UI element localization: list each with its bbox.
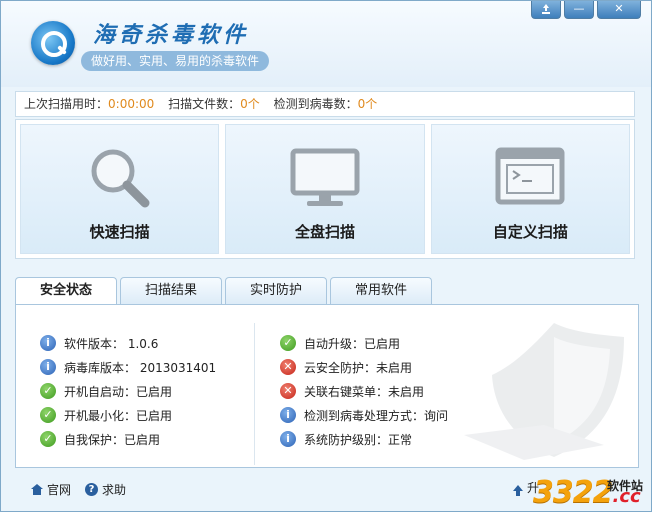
status-text: 系统防护级别：正常 (304, 432, 413, 447)
help-link[interactable]: ? 求助 (85, 481, 126, 498)
shield-decoration-icon (464, 323, 624, 460)
watermark-tag: 软件站 (607, 479, 644, 493)
quick-scan-label: 快速扫描 (89, 223, 150, 241)
status-text: 开机最小化：已启用 (64, 408, 173, 423)
virus-value: 0个 (357, 97, 378, 111)
cross-icon: ✕ (280, 359, 296, 375)
quick-scan-button[interactable]: 快速扫描 (20, 124, 220, 254)
info-icon: i (40, 335, 56, 351)
status-row: ✓ 开机自启动：已启用 (40, 379, 216, 403)
app-window: 海奇杀毒软件 做好用、实用、易用的杀毒软件 — ✕ 上次扫描用时：0:00:00… (0, 0, 652, 512)
logo-icon (31, 21, 75, 65)
header: 海奇杀毒软件 做好用、实用、易用的杀毒软件 — ✕ (1, 1, 651, 87)
scan-stats-bar: 上次扫描用时：0:00:00 扫描文件数：0个 检测到病毒数：0个 (15, 91, 635, 117)
help-link-label: 求助 (102, 483, 127, 497)
status-list-right: ✓ 自动升级：已启用 ✕ 云安全防护：未启用 ✕ 关联右键菜单：未启用 i 检测到病毒处… (280, 331, 448, 451)
tab-scan-results[interactable]: 扫描结果 (120, 277, 222, 305)
info-icon: i (280, 407, 296, 423)
status-row: i 病毒库版本： 2013031401 (40, 355, 216, 379)
help-icon: ? (85, 483, 99, 496)
up-arrow-icon (513, 484, 523, 496)
recycle-icon (542, 4, 550, 14)
status-row: i 软件版本： 1.0.6 (40, 331, 216, 355)
tab-bar: 安全状态 扫描结果 实时防护 常用软件 (15, 277, 432, 306)
check-icon: ✓ (40, 431, 56, 447)
minimize-button[interactable]: — (564, 1, 594, 19)
tab-realtime-protection[interactable]: 实时防护 (225, 277, 327, 305)
check-icon: ✓ (40, 407, 56, 423)
last-scan-label: 上次扫描用时： (24, 97, 109, 111)
files-label: 扫描文件数： (168, 97, 241, 111)
full-scan-label: 全盘扫描 (294, 223, 355, 241)
status-row: ✕ 关联右键菜单：未启用 (280, 379, 448, 403)
status-row: ✕ 云安全防护：未启用 (280, 355, 448, 379)
info-icon: i (40, 359, 56, 375)
status-row: i 检测到病毒处理方式：询问 (280, 403, 448, 427)
last-scan-value: 0:00:00 (108, 97, 155, 111)
app-title: 海奇杀毒软件 (93, 22, 250, 48)
status-text: 关联右键菜单：未启用 (304, 384, 425, 399)
window-controls: — ✕ (531, 1, 641, 19)
status-row: ✓ 自我保护：已启用 (40, 427, 216, 451)
files-value: 0个 (240, 97, 260, 111)
status-text: 病毒库版本： 2013031401 (64, 360, 217, 375)
status-text: 云安全防护：未启用 (304, 360, 413, 375)
status-text: 自我保护：已启用 (64, 432, 161, 447)
virus-label: 检测到病毒数： (273, 97, 358, 111)
status-row: i 系统防护级别：正常 (280, 427, 448, 451)
tab-common-software[interactable]: 常用软件 (330, 277, 432, 305)
cross-icon: ✕ (280, 383, 296, 399)
skin-button[interactable] (531, 1, 561, 19)
footer-links: 官网 ? 求助 (31, 481, 126, 498)
monitor-icon (290, 148, 360, 206)
status-text: 开机自启动：已启用 (64, 384, 173, 399)
security-status-panel: i 软件版本： 1.0.6 i 病毒库版本： 2013031401 ✓ 开机自启动：已… (15, 304, 639, 468)
watermark-number: 3322 (533, 475, 613, 510)
watermark: 3322.cc 软件站 (533, 475, 644, 510)
home-link-label: 官网 (47, 483, 72, 497)
status-row: ✓ 开机最小化：已启用 (40, 403, 216, 427)
full-scan-button[interactable]: 全盘扫描 (225, 124, 425, 254)
home-link[interactable]: 官网 (31, 481, 71, 498)
info-icon: i (280, 431, 296, 447)
scan-panel: 快速扫描 全盘扫描 自定义扫描 (15, 119, 635, 259)
status-row: ✓ 自动升级：已启用 (280, 331, 448, 355)
custom-scan-label: 自定义扫描 (492, 223, 568, 241)
check-icon: ✓ (280, 335, 296, 351)
magnifier-icon (91, 149, 150, 208)
terminal-icon (495, 147, 565, 205)
status-text: 自动升级：已启用 (304, 336, 401, 351)
status-text: 软件版本： 1.0.6 (64, 336, 159, 351)
custom-scan-button[interactable]: 自定义扫描 (430, 124, 630, 254)
home-icon (31, 484, 43, 495)
status-list-left: i 软件版本： 1.0.6 i 病毒库版本： 2013031401 ✓ 开机自启动：已… (40, 331, 216, 451)
app-slogan: 做好用、实用、易用的杀毒软件 (81, 51, 270, 71)
status-text: 检测到病毒处理方式：询问 (304, 408, 449, 423)
column-divider (254, 323, 255, 465)
close-button[interactable]: ✕ (597, 1, 641, 19)
tab-security-status[interactable]: 安全状态 (15, 277, 117, 306)
check-icon: ✓ (40, 383, 56, 399)
